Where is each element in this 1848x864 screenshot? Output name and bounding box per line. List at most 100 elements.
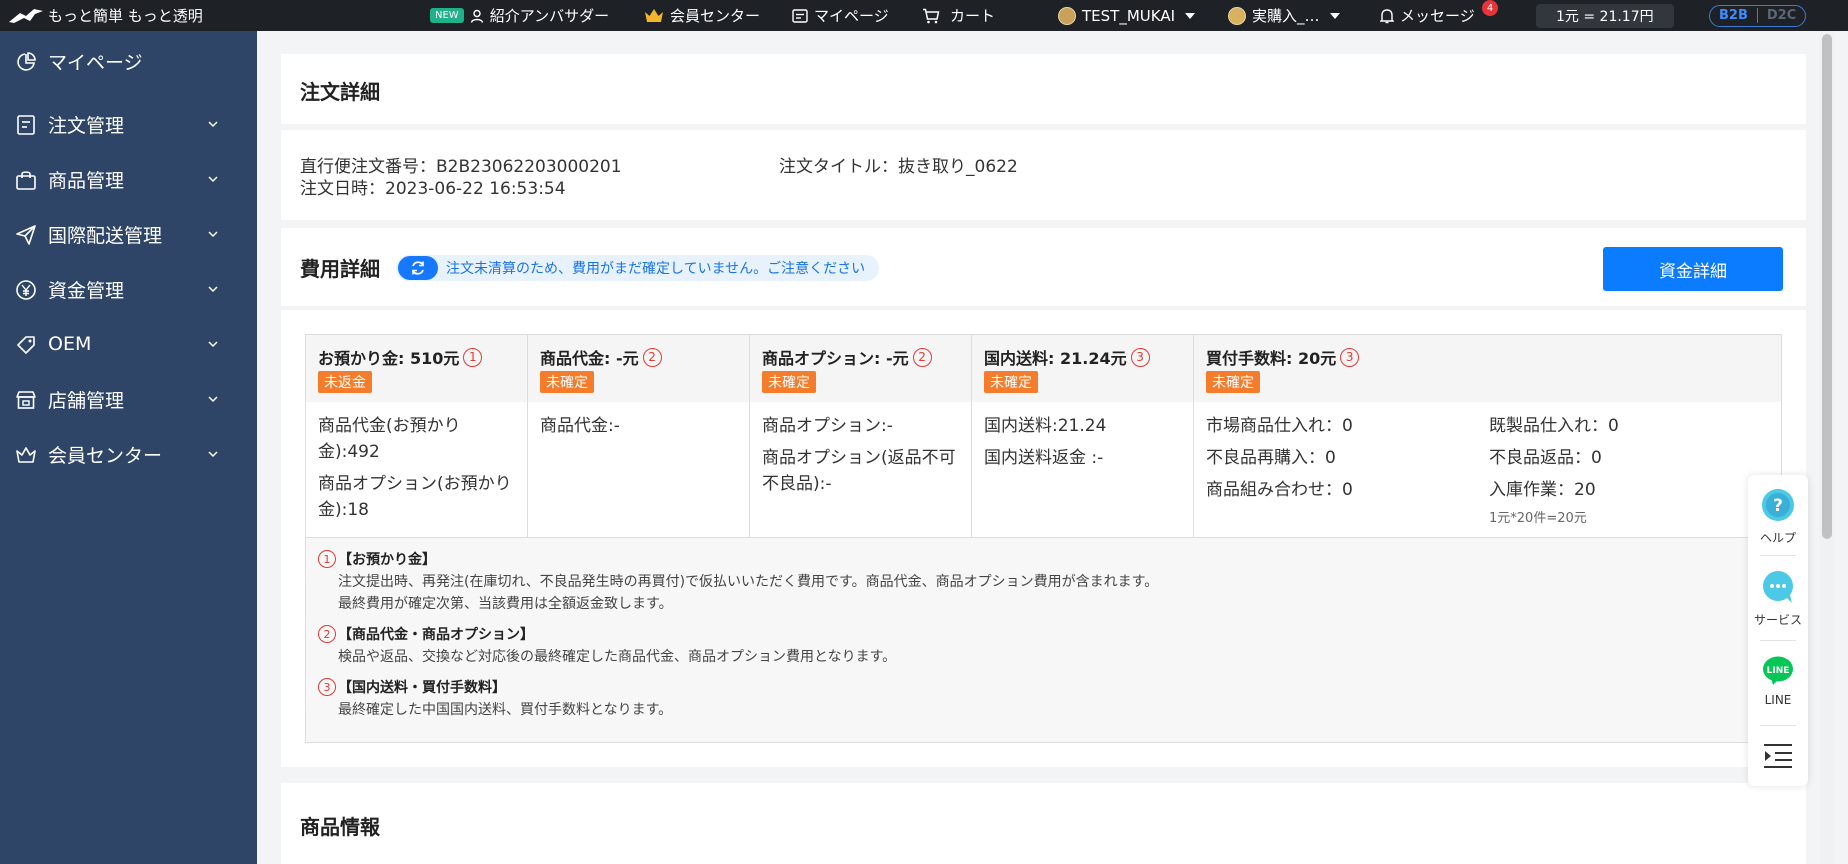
sidebar-item-products[interactable]: 商品管理 xyxy=(0,159,257,199)
order-date: 注文日時：2023-06-22 16:53:54 xyxy=(300,179,566,199)
ambassador-link[interactable]: NEW 紹介アンバサダー xyxy=(430,0,609,31)
yen-coin-icon xyxy=(16,280,36,300)
member-center-label: 会員センター xyxy=(670,7,761,25)
sidebar-item-label: 商品管理 xyxy=(48,169,125,192)
fee-line: 商品組み合わせ：0 xyxy=(1206,480,1353,500)
footnote-marker: 1 xyxy=(463,347,483,367)
status-tag: 未確定 xyxy=(762,371,816,393)
fee-line: 商品代金:- xyxy=(540,416,620,436)
status-tag: 未確定 xyxy=(1206,371,1260,393)
fee-line: 商品代金(お預かり xyxy=(318,416,461,436)
fee-line: 金):492 xyxy=(318,442,380,462)
mode-toggle-switch[interactable]: B2B D2C xyxy=(1709,4,1807,27)
mypage-label: マイページ xyxy=(814,7,889,25)
fee-line: 市場商品仕入れ：0 xyxy=(1206,416,1353,436)
fee-column-title: お預かり金: 510元 1 xyxy=(318,345,483,369)
user-name: TEST_MUKAI xyxy=(1082,6,1176,25)
scrollbar-thumb[interactable] xyxy=(1822,34,1832,539)
message-count-badge: 4 xyxy=(1482,0,1498,16)
chevron-down-icon xyxy=(208,396,218,403)
order-detail-header-card: 注文詳細 xyxy=(281,54,1806,124)
store-selector[interactable]: 実購入_… xyxy=(1228,0,1340,31)
fee-line: 不良品返品：0 xyxy=(1489,448,1602,468)
sidebar-item-label: マイページ xyxy=(48,51,143,74)
mode-d2c[interactable]: D2C xyxy=(1758,8,1805,23)
crown-icon xyxy=(644,8,664,24)
sidebar-item-oem[interactable]: OEM xyxy=(0,324,257,364)
crown-icon xyxy=(16,447,36,463)
note-line: 検品や返品、交換など対応後の最終確定した商品代金、商品オプション費用となります。 xyxy=(338,649,897,665)
sidebar-item-mypage[interactable]: マイページ xyxy=(0,41,257,81)
chevron-down-icon xyxy=(208,231,218,238)
service-label: サービス xyxy=(1753,613,1802,627)
sidebar-item-label: 国際配送管理 xyxy=(48,224,163,247)
fee-table: お預かり金: 510元 1 未返金 商品代金(お預かり 金):492 商品オプシ… xyxy=(305,334,1782,743)
fee-column-product-price: 商品代金: -元 2 未確定 商品代金:- xyxy=(528,335,750,537)
brand[interactable]: もっと簡単 もっと透明 xyxy=(8,0,203,31)
mode-toggle[interactable]: B2B D2C xyxy=(1709,0,1807,31)
divider xyxy=(1760,555,1796,556)
help-button[interactable]: ? ヘルプ xyxy=(1748,487,1808,546)
sidebar-item-label: 会員センター xyxy=(48,444,163,467)
brand-slogan: もっと簡単 もっと透明 xyxy=(48,7,203,25)
messages-link[interactable]: メッセージ xyxy=(1380,0,1475,31)
footnote-marker: 3 xyxy=(1130,347,1150,367)
sidebar-item-orders[interactable]: 注文管理 xyxy=(0,104,257,144)
note-line: 最終費用が確定次第、当該費用は全額返金致します。 xyxy=(338,596,673,612)
note-line: 最終確定した中国国内送料、買付手数料となります。 xyxy=(338,702,673,718)
svg-text:?: ? xyxy=(1773,496,1783,516)
sidebar-item-funds[interactable]: 資金管理 xyxy=(0,269,257,309)
note-line: 注文提出時、再発注(在庫切れ、不良品発生時の再買付)で仮払いいただく費用です。商… xyxy=(338,574,1159,590)
unsettled-notice-text: 注文未清算のため、費用がまだ確定していません。ご注意ください xyxy=(446,261,866,277)
footnote-marker: 3 xyxy=(318,678,336,696)
chat-icon xyxy=(1763,571,1793,603)
user-menu[interactable]: TEST_MUKAI xyxy=(1058,0,1196,31)
chevron-down-icon xyxy=(208,176,218,183)
fee-column-title-text: 国内送料: 21.24元 xyxy=(984,349,1127,368)
fee-line: 国内送料返金 :- xyxy=(984,448,1104,468)
collapse-panel-button[interactable] xyxy=(1748,743,1808,773)
fee-column-title-text: 買付手数料: 20元 xyxy=(1206,349,1337,368)
cart-label: カート xyxy=(950,7,996,25)
fee-column-title: 商品オプション: -元 2 xyxy=(762,345,932,369)
footnote-marker: 2 xyxy=(318,625,336,643)
fee-line: 不良品再購入：0 xyxy=(1206,448,1336,468)
fee-column-title: 商品代金: -元 2 xyxy=(540,345,662,369)
fee-line: 不良品):- xyxy=(762,474,832,494)
sidebar-item-stores[interactable]: 店舗管理 xyxy=(0,379,257,419)
bell-icon xyxy=(1380,8,1394,24)
sidebar-item-member-center[interactable]: 会員センター xyxy=(0,434,257,474)
divider xyxy=(1760,640,1796,641)
chevron-down-icon xyxy=(1185,12,1196,19)
fee-column-title-text: お預かり金: 510元 xyxy=(318,349,460,368)
service-button[interactable]: サービス xyxy=(1748,569,1808,628)
sidebar-item-label: 資金管理 xyxy=(48,279,125,302)
fee-line: 金):18 xyxy=(318,500,369,520)
divider xyxy=(1760,725,1796,726)
fee-detail-title: 費用詳細 xyxy=(300,257,380,281)
vertical-scrollbar[interactable] xyxy=(1820,31,1834,864)
fee-line: 国内送料:21.24 xyxy=(984,416,1107,436)
cart-link[interactable]: カート xyxy=(922,0,995,31)
fund-detail-button[interactable]: 資金詳細 xyxy=(1603,247,1783,291)
chevron-down-icon xyxy=(208,451,218,458)
fee-column-deposit: お預かり金: 510元 1 未返金 商品代金(お預かり 金):492 商品オプシ… xyxy=(306,335,528,537)
top-bar: もっと簡単 もっと透明 NEW 紹介アンバサダー 会員センター マイページ カー… xyxy=(0,0,1848,31)
pie-chart-icon xyxy=(17,52,36,71)
footnote-marker: 1 xyxy=(318,550,336,568)
help-icon: ? xyxy=(1762,489,1794,521)
note-title: 1 【お預かり金】 xyxy=(318,549,436,569)
status-tag: 未確定 xyxy=(984,371,1038,393)
line-button[interactable]: LINE LINE xyxy=(1748,655,1808,707)
member-center-link[interactable]: 会員センター xyxy=(644,0,760,31)
line-logo-text: LINE xyxy=(1767,666,1790,676)
refresh-icon xyxy=(398,256,438,280)
note-title-text: 【国内送料・買付手数料】 xyxy=(338,680,506,696)
ambassador-label: 紹介アンバサダー xyxy=(489,7,610,25)
mode-b2b[interactable]: B2B xyxy=(1710,8,1758,23)
fee-column-title-text: 商品オプション: -元 xyxy=(762,349,909,368)
sidebar-item-shipping[interactable]: 国際配送管理 xyxy=(0,214,257,254)
product-info-card: 商品情報 xyxy=(281,783,1806,864)
mypage-link[interactable]: マイページ xyxy=(792,0,889,31)
paper-plane-icon xyxy=(16,225,36,245)
